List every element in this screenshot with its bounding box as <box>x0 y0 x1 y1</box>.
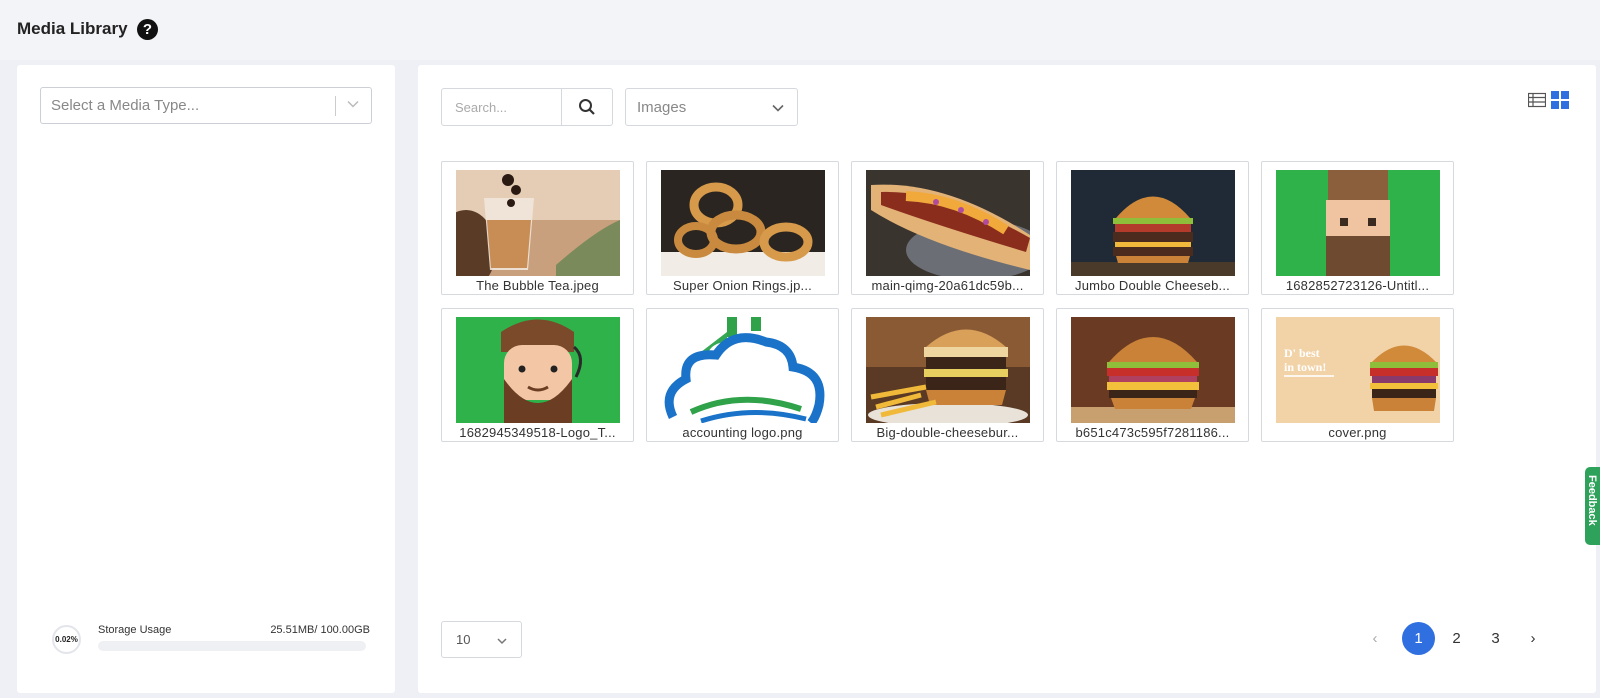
media-tile[interactable]: D' best in town! cover.png <box>1261 308 1454 442</box>
page-button-1[interactable]: 1 <box>1402 622 1435 655</box>
media-thumbnail <box>456 170 620 276</box>
list-view-icon[interactable] <box>1528 92 1546 108</box>
search-input[interactable] <box>442 89 561 125</box>
media-filter-value: Images <box>637 99 687 116</box>
media-file-name: The Bubble Tea.jpeg <box>476 278 599 293</box>
page-size-value: 10 <box>456 632 471 647</box>
page-size-select[interactable]: 10 <box>441 621 522 658</box>
media-file-name: main-qimg-20a61dc59b... <box>871 278 1024 293</box>
feedback-label: Feedback <box>1586 475 1598 526</box>
select-divider <box>335 96 336 116</box>
grid-view-icon[interactable] <box>1551 91 1569 109</box>
media-filter-select[interactable]: Images <box>625 88 798 126</box>
media-thumbnail <box>866 170 1030 276</box>
media-file-name: 1682852723126-Untitl... <box>1285 278 1430 293</box>
page-button-2[interactable]: 2 <box>1440 622 1473 655</box>
media-tile[interactable]: Jumbo Double Cheeseb... <box>1056 161 1249 295</box>
media-file-name: cover.png <box>1328 425 1387 440</box>
next-page-button[interactable]: › <box>1521 622 1545 655</box>
media-grid: The Bubble Tea.jpeg Super Onion Rings.jp… <box>441 161 1454 442</box>
storage-usage-label: Storage Usage <box>98 624 172 636</box>
media-tile[interactable]: Super Onion Rings.jp... <box>646 161 839 295</box>
page-title: Media Library <box>17 19 128 38</box>
page-header: Media Library ? <box>0 0 1600 60</box>
search-button[interactable] <box>561 89 612 125</box>
media-type-select[interactable]: Select a Media Type... <box>40 87 372 124</box>
feedback-tab[interactable]: Feedback <box>1585 467 1600 545</box>
search-box <box>441 88 613 126</box>
media-file-name: Big-double-cheesebur... <box>876 425 1019 440</box>
media-file-name: accounting logo.png <box>682 425 803 440</box>
media-thumbnail <box>661 170 825 276</box>
prev-page-button[interactable]: ‹ <box>1363 622 1387 655</box>
question-circle-icon[interactable]: ? <box>137 19 158 40</box>
media-thumbnail <box>1276 170 1440 276</box>
media-thumbnail <box>661 317 825 423</box>
storage-usage-ring: 0.02% <box>52 625 81 654</box>
media-file-name: b651c473c595f7281186... <box>1075 425 1230 440</box>
media-tile[interactable]: Big-double-cheesebur... <box>851 308 1044 442</box>
media-tile[interactable]: main-qimg-20a61dc59b... <box>851 161 1044 295</box>
media-type-panel: Select a Media Type... 0.02% Storage Usa… <box>17 65 395 693</box>
media-thumbnail <box>1071 317 1235 423</box>
media-file-name: Jumbo Double Cheeseb... <box>1075 278 1230 293</box>
media-thumbnail <box>456 317 620 423</box>
media-thumbnail <box>1071 170 1235 276</box>
chevron-down-icon <box>497 638 507 645</box>
media-type-placeholder: Select a Media Type... <box>51 97 200 114</box>
media-browser-panel: Images <box>418 65 1596 693</box>
media-file-name: 1682945349518-Logo_T... <box>459 425 616 440</box>
media-tile[interactable]: The Bubble Tea.jpeg <box>441 161 634 295</box>
page-button-3[interactable]: 3 <box>1479 622 1512 655</box>
media-tile[interactable]: b651c473c595f7281186... <box>1056 308 1249 442</box>
media-thumbnail <box>866 317 1030 423</box>
media-thumbnail: D' best in town! <box>1276 317 1440 423</box>
media-tile[interactable]: 1682852723126-Untitl... <box>1261 161 1454 295</box>
chevron-down-icon <box>772 104 784 112</box>
chevron-down-icon <box>347 100 359 108</box>
storage-usage-value: 25.51MB/ 100.00GB <box>270 624 370 636</box>
media-file-name: Super Onion Rings.jp... <box>672 278 812 293</box>
media-tile[interactable]: 1682945349518-Logo_T... <box>441 308 634 442</box>
search-icon <box>579 99 595 115</box>
storage-progress-bar <box>98 641 366 651</box>
media-tile[interactable]: accounting logo.png <box>646 308 839 442</box>
